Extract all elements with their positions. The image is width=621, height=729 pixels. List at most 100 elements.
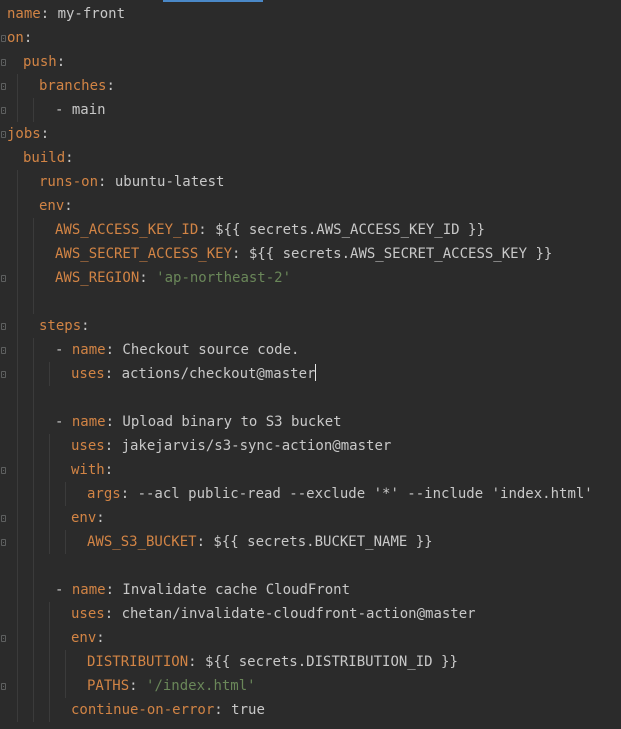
indent-guide [49, 434, 50, 458]
fold-marker-icon[interactable] [1, 683, 6, 690]
fold-marker-icon[interactable] [1, 59, 6, 66]
indent-guide [17, 698, 18, 722]
code-line[interactable]: uses: jakejarvis/s3-sync-action@master [0, 434, 621, 458]
code-line[interactable]: env: [0, 506, 621, 530]
code-text: args: --acl public-read --exclude '*' --… [87, 482, 593, 506]
code-line[interactable]: - name: Invalidate cache CloudFront [0, 578, 621, 602]
yaml-key: uses [71, 366, 105, 382]
code-line[interactable]: AWS_SECRET_ACCESS_KEY: ${{ secrets.AWS_S… [0, 242, 621, 266]
code-line[interactable] [0, 386, 621, 410]
indent-guide [17, 74, 18, 98]
indent-guide [17, 170, 18, 194]
code-line[interactable]: runs-on: ubuntu-latest [0, 170, 621, 194]
code-text: build: [23, 146, 74, 170]
code-text: branches: [39, 74, 115, 98]
yaml-key: AWS_REGION [55, 270, 140, 286]
code-line[interactable]: on: [0, 26, 621, 50]
code-line[interactable]: PATHS: '/index.html' [0, 674, 621, 698]
indent-guide [17, 362, 18, 386]
code-line[interactable]: jobs: [0, 122, 621, 146]
code-line[interactable]: env: [0, 194, 621, 218]
code-line[interactable]: args: --acl public-read --exclude '*' --… [0, 482, 621, 506]
yaml-key: env [71, 630, 97, 646]
code-token: - [55, 582, 72, 598]
yaml-key: AWS_S3_BUCKET [87, 534, 197, 550]
code-line[interactable]: uses: chetan/invalidate-cloudfront-actio… [0, 602, 621, 626]
code-text: AWS_S3_BUCKET: ${{ secrets.BUCKET_NAME }… [87, 530, 433, 554]
code-token: : Upload binary to S3 bucket [105, 414, 342, 430]
indent-guide [33, 410, 34, 434]
indent-guide [49, 626, 50, 650]
code-token: : ${{ secrets.BUCKET_NAME }} [196, 534, 433, 550]
yaml-key: branches [39, 78, 107, 94]
indent-guide [65, 650, 66, 674]
code-line[interactable]: - name: Checkout source code. [0, 338, 621, 362]
code-text: uses: actions/checkout@master [71, 362, 317, 386]
indent-guide [33, 362, 34, 386]
indent-guide [33, 482, 34, 506]
fold-marker-icon[interactable] [1, 539, 6, 546]
code-line[interactable]: - main [0, 98, 621, 122]
fold-marker-icon[interactable] [1, 35, 6, 42]
fold-marker-icon[interactable] [1, 371, 6, 378]
code-line[interactable]: with: [0, 458, 621, 482]
code-line[interactable]: name: my-front [0, 2, 621, 26]
code-line[interactable] [0, 290, 621, 314]
code-line[interactable] [0, 554, 621, 578]
yaml-key: with [71, 462, 105, 478]
yaml-key: name [71, 414, 106, 430]
fold-marker-icon[interactable] [1, 107, 6, 114]
code-line[interactable]: steps: [0, 314, 621, 338]
indent-guide [33, 578, 34, 602]
code-line[interactable]: AWS_S3_BUCKET: ${{ secrets.BUCKET_NAME }… [0, 530, 621, 554]
code-token: : jakejarvis/s3-sync-action@master [104, 438, 392, 454]
indent-guide [33, 650, 34, 674]
code-editor[interactable]: name: my-front on: push: branches: - main job… [0, 0, 621, 729]
fold-marker-icon[interactable] [1, 323, 6, 330]
code-text: AWS_ACCESS_KEY_ID: ${{ secrets.AWS_ACCES… [55, 218, 485, 242]
yaml-key: runs-on [39, 174, 99, 190]
code-line[interactable]: env: [0, 626, 621, 650]
code-line[interactable]: - name: Upload binary to S3 bucket [0, 410, 621, 434]
indent-guide [33, 602, 34, 626]
code-text: - name: Invalidate cache CloudFront [55, 578, 350, 602]
indent-guide [17, 650, 18, 674]
indent-guide [33, 218, 34, 242]
fold-marker-icon[interactable] [1, 467, 6, 474]
yaml-key: steps [39, 318, 82, 334]
code-text: uses: chetan/invalidate-cloudfront-actio… [71, 602, 476, 626]
fold-marker-icon[interactable] [1, 635, 6, 642]
code-line[interactable]: push: [0, 50, 621, 74]
indent-guide [49, 674, 50, 698]
indent-guide [17, 242, 18, 266]
code-line[interactable]: AWS_REGION: 'ap-northeast-2' [0, 266, 621, 290]
indent-guide [49, 698, 50, 722]
fold-marker-icon[interactable] [1, 347, 6, 354]
indent-guide [17, 266, 18, 290]
fold-marker-icon[interactable] [1, 131, 6, 138]
code-line[interactable]: continue-on-error: true [0, 698, 621, 722]
code-text: runs-on: ubuntu-latest [39, 170, 224, 194]
indent-guide [49, 506, 50, 530]
code-token: : ubuntu-latest [98, 174, 225, 190]
indent-guide [49, 650, 50, 674]
code-text: env: [71, 626, 105, 650]
fold-marker-icon[interactable] [1, 83, 6, 90]
fold-marker-icon[interactable] [1, 515, 6, 522]
code-text: - name: Upload binary to S3 bucket [55, 410, 342, 434]
indent-guide [33, 386, 34, 410]
code-line[interactable]: AWS_ACCESS_KEY_ID: ${{ secrets.AWS_ACCES… [0, 218, 621, 242]
yaml-key: args [87, 486, 121, 502]
indent-guide [17, 98, 18, 122]
code-token: : [106, 78, 115, 94]
indent-guide [33, 98, 34, 122]
code-text: PATHS: '/index.html' [87, 674, 256, 698]
code-line[interactable]: build: [0, 146, 621, 170]
code-line[interactable]: branches: [0, 74, 621, 98]
code-line[interactable]: uses: actions/checkout@master [0, 362, 621, 386]
code-line[interactable]: DISTRIBUTION: ${{ secrets.DISTRIBUTION_I… [0, 650, 621, 674]
fold-marker-icon[interactable] [1, 275, 6, 282]
indent-guide [17, 482, 18, 506]
code-text: AWS_SECRET_ACCESS_KEY: ${{ secrets.AWS_S… [55, 242, 552, 266]
indent-guide [17, 578, 18, 602]
